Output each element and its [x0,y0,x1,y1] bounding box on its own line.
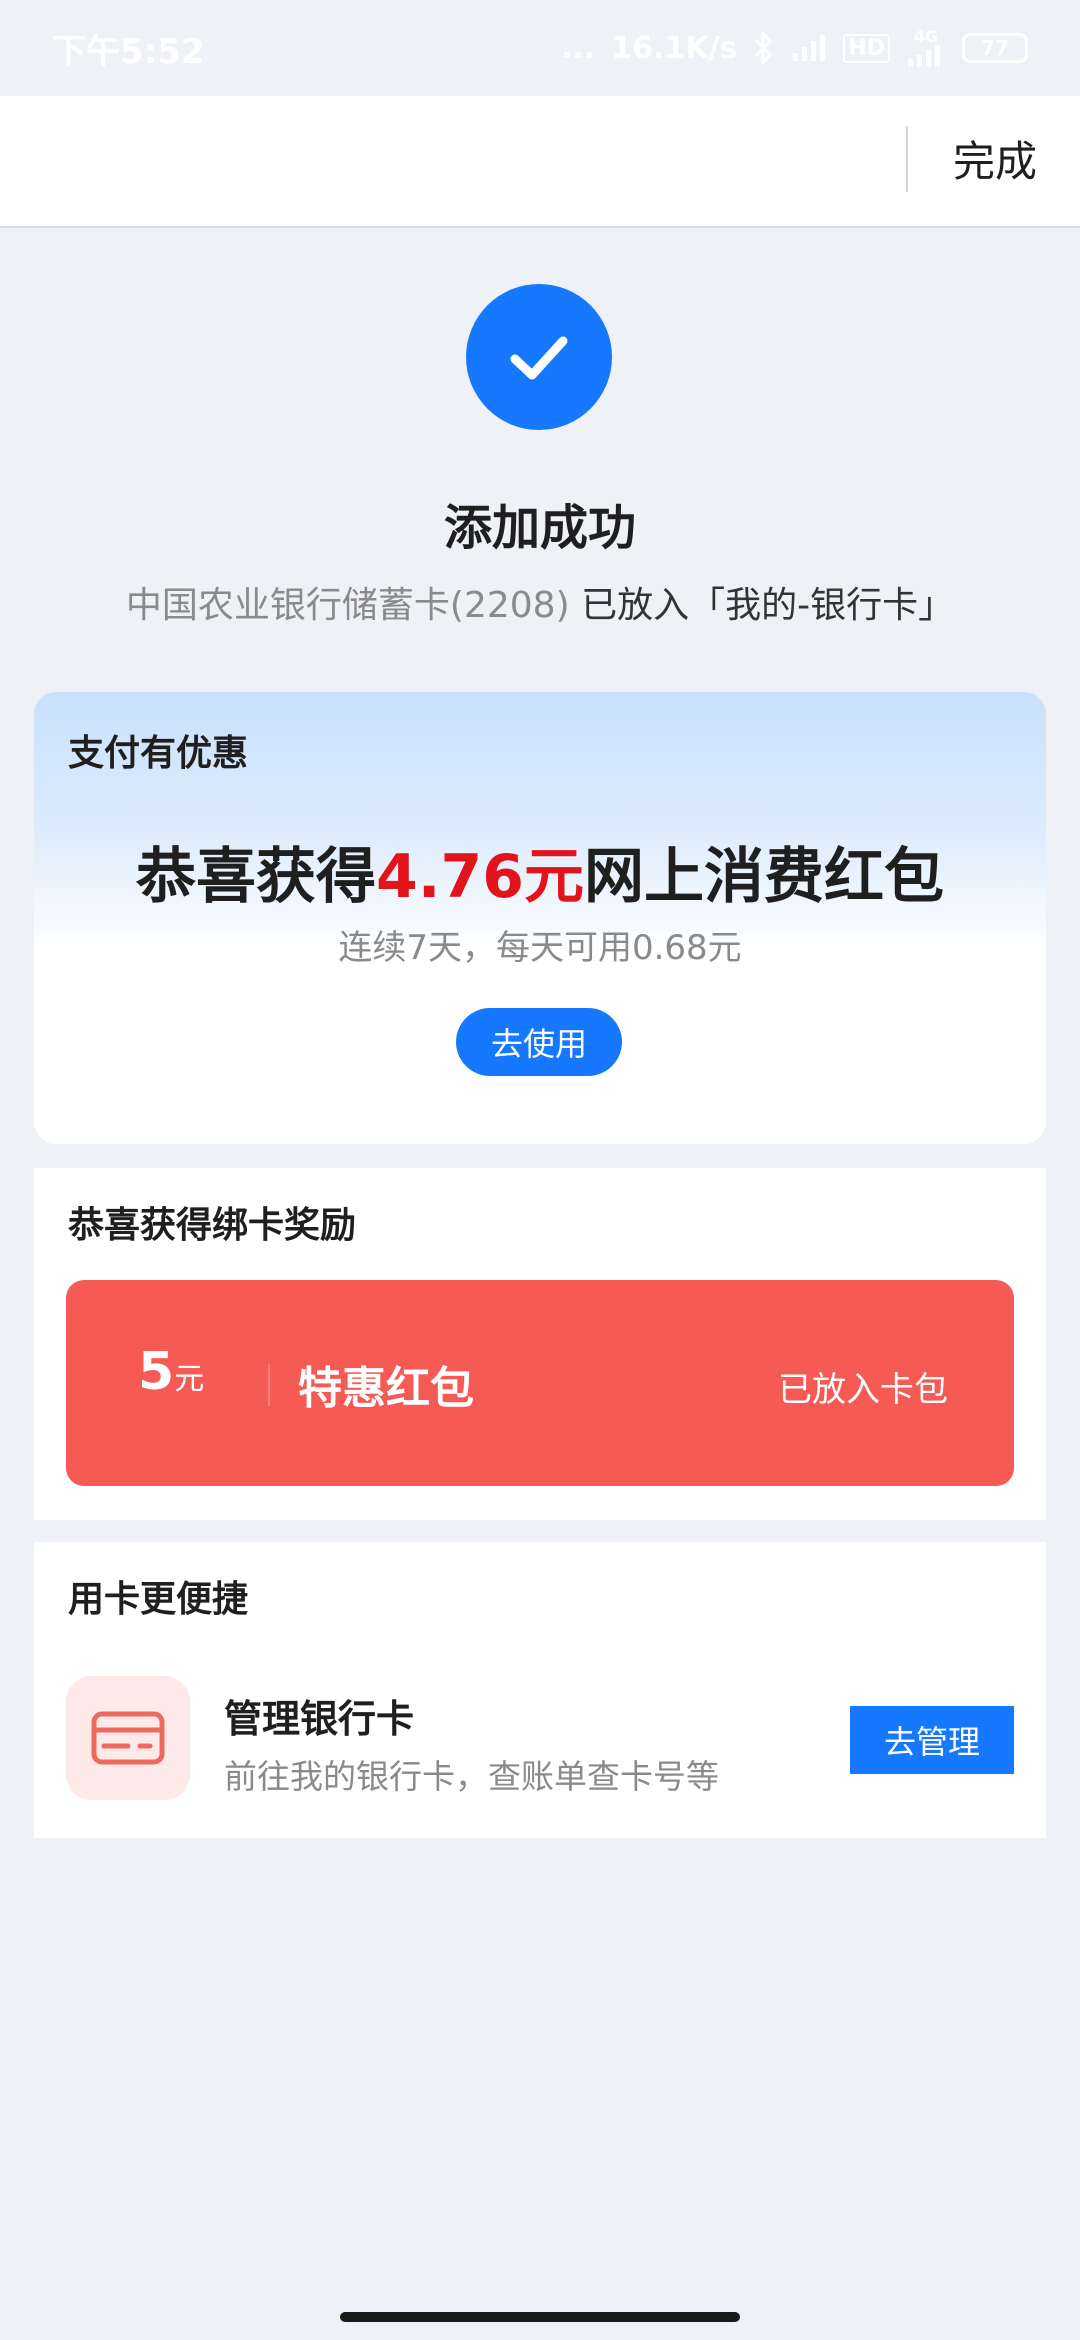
manage-bank-card-desc: 前往我的银行卡，查账单查卡号等 [224,1757,719,1796]
promo-amount: 4.76元 [375,842,585,912]
done-button[interactable]: 完成 [930,130,1060,194]
reward-amount-unit: 元 [174,1362,205,1397]
status-time: 下午5:52 [52,31,205,72]
bank-card-icon [66,1676,190,1800]
reward-coupon[interactable]: 5元 特惠红包 已放入卡包 [66,1280,1014,1486]
success-title: 添加成功 [443,500,636,556]
reward-amount-value: 5 [138,1342,175,1402]
promo-headline-suffix: 网上消费红包 [584,842,945,912]
use-button[interactable]: 去使用 [456,1008,622,1076]
card-convenience-card: 用卡更便捷 管理银行卡 前往我的银行卡，查账单查卡号等 去管理 [34,1542,1046,1838]
network-dots: ... [561,30,596,66]
4g-signal-icon: 4G [906,29,946,67]
top-bar: 完成 [0,96,1080,228]
reward-name: 特惠红包 [298,1363,474,1414]
manage-button[interactable]: 去管理 [850,1706,1014,1774]
4g-label: 4G [913,27,939,46]
promo-description: 连续7天，每天可用0.68元 [338,928,742,968]
battery-icon: 77 [962,33,1028,63]
promo-card-title: 支付有优惠 [68,733,249,774]
network-speed: 16.1K/s [611,30,738,66]
checkmark-icon [466,284,612,430]
status-bar: 下午5:52 ... 16.1K/s HD 4G 77 [0,0,1080,96]
manage-card-title: 用卡更便捷 [68,1579,249,1620]
bluetooth-icon [753,31,775,65]
status-indicators: ... 16.1K/s HD 4G 77 [561,29,1028,67]
reward-status: 已放入卡包 [778,1370,948,1410]
header-divider [906,126,908,192]
bank-card-name: 中国农业银行储蓄卡(2208) [125,585,570,626]
promo-headline-prefix: 恭喜获得 [135,842,376,912]
reward-divider [268,1364,270,1406]
manage-bank-card-title: 管理银行卡 [224,1697,415,1741]
binding-reward-card: 恭喜获得绑卡奖励 5元 特惠红包 已放入卡包 [34,1168,1046,1520]
payment-promo-card: 支付有优惠 恭喜获得4.76元网上消费红包 连续7天，每天可用0.68元 去使用 [34,692,1046,1144]
success-subtitle: 中国农业银行储蓄卡(2208) 已放入「我的-银行卡」 [0,576,1080,628]
hd-icon: HD [843,33,890,63]
placed-text: 已放入「我的-银行卡」 [581,585,955,626]
signal-icon [791,33,827,63]
reward-amount: 5元 [138,1342,204,1402]
home-indicator[interactable] [340,2312,740,2322]
promo-headline: 恭喜获得4.76元网上消费红包 [34,828,1046,915]
reward-card-title: 恭喜获得绑卡奖励 [68,1205,357,1246]
